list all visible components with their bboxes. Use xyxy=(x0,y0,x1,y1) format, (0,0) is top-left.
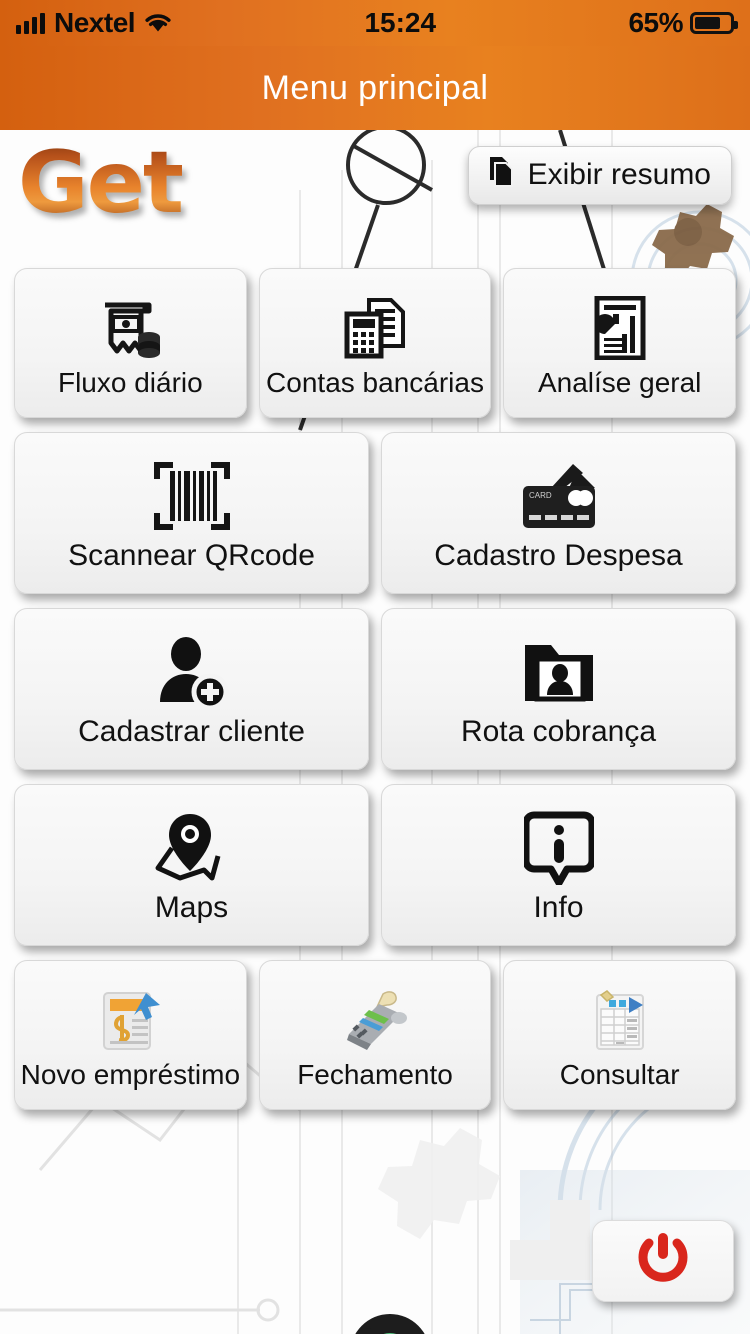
menu-tile-info[interactable]: Info xyxy=(381,784,736,946)
menu-tile-contas-bancarias[interactable]: Contas bancárias xyxy=(258,268,492,418)
pos-terminal-icon xyxy=(339,985,411,1055)
receipt-money-icon xyxy=(97,293,163,363)
menu-tile-label: Analíse geral xyxy=(537,367,702,398)
page-title: Menu principal xyxy=(261,68,489,107)
menu-tile-label: Cadastrar cliente xyxy=(78,715,305,748)
menu-row: Scannear QRcode CARD Cadastro Despesa xyxy=(0,432,750,594)
menu-row: Fluxo diário Contas bancárias Analíse ge… xyxy=(0,268,750,418)
barcode-scanner-icon xyxy=(153,457,231,535)
status-bar-left: Nextel xyxy=(16,7,172,39)
report-chart-icon xyxy=(593,293,647,363)
info-bubble-icon xyxy=(523,809,594,887)
calculator-document-icon xyxy=(343,293,407,363)
menu-tile-fechamento[interactable]: Fechamento xyxy=(258,960,492,1110)
clock-label: 15:24 xyxy=(364,7,437,38)
show-summary-button[interactable]: Exibir resumo xyxy=(467,146,732,205)
menu-tile-label: Cadastro Despesa xyxy=(434,539,683,572)
menu-tile-label: Contas bancárias xyxy=(266,367,484,398)
menu-tile-label: Scannear QRcode xyxy=(68,539,315,572)
power-icon xyxy=(636,1231,690,1292)
menu-row: Maps Info xyxy=(0,784,750,946)
signal-bars-icon xyxy=(16,12,45,34)
loan-document-icon xyxy=(96,985,164,1055)
carrier-label: Nextel xyxy=(54,7,136,38)
menu-tile-rota-cobranca[interactable]: Rota cobrança xyxy=(381,608,736,770)
menu-tile-consultar[interactable]: Consultar xyxy=(503,960,737,1110)
status-bar-right: 65% xyxy=(628,7,738,39)
menu-tile-label: Maps xyxy=(154,891,229,924)
menu-grid: Fluxo diário Contas bancárias Analíse ge… xyxy=(0,268,750,1124)
menu-tile-maps[interactable]: Maps xyxy=(14,784,369,946)
menu-tile-label: Fechamento xyxy=(297,1059,453,1090)
main-content: Get Exibir resumo Fluxo diário Contas ba… xyxy=(0,130,750,1334)
brand-logo: Get xyxy=(18,133,184,233)
battery-fill xyxy=(695,17,720,29)
menu-tile-cadastro-despesa[interactable]: CARD Cadastro Despesa xyxy=(381,432,736,594)
status-bar: Nextel 15:24 65% xyxy=(0,0,750,46)
show-summary-label: Exibir resumo xyxy=(527,157,711,191)
folder-person-icon xyxy=(521,633,597,711)
svg-text:CARD: CARD xyxy=(529,491,552,500)
menu-row: Novo empréstimo Fechamento Consultar xyxy=(0,960,750,1110)
menu-tile-label: Consultar xyxy=(559,1059,680,1090)
credit-card-icon: CARD xyxy=(515,457,603,535)
menu-tile-label: Novo empréstimo xyxy=(20,1059,241,1090)
spreadsheet-form-icon xyxy=(587,985,653,1055)
menu-tile-cadastrar-cliente[interactable]: Cadastrar cliente xyxy=(14,608,369,770)
battery-icon xyxy=(690,12,738,34)
map-pin-icon xyxy=(152,809,232,887)
status-bar-center: 15:24 xyxy=(172,7,628,39)
menu-tile-label: Fluxo diário xyxy=(57,367,203,398)
menu-tile-novo-emprestimo[interactable]: Novo empréstimo xyxy=(14,960,247,1110)
menu-tile-label: Rota cobrança xyxy=(460,715,657,748)
person-add-icon xyxy=(154,633,230,711)
menu-tile-label: Info xyxy=(533,891,584,924)
wifi-icon xyxy=(144,12,172,34)
menu-tile-analise-geral[interactable]: Analíse geral xyxy=(503,268,737,418)
copy-document-icon xyxy=(487,156,515,193)
menu-tile-scannear-qrcode[interactable]: Scannear QRcode xyxy=(14,432,369,594)
app-header: Menu principal xyxy=(0,46,750,130)
battery-percent-label: 65% xyxy=(628,7,683,38)
menu-tile-fluxo-diario[interactable]: Fluxo diário xyxy=(14,268,247,418)
power-button[interactable] xyxy=(592,1220,734,1302)
menu-row: Cadastrar cliente Rota cobrança xyxy=(0,608,750,770)
